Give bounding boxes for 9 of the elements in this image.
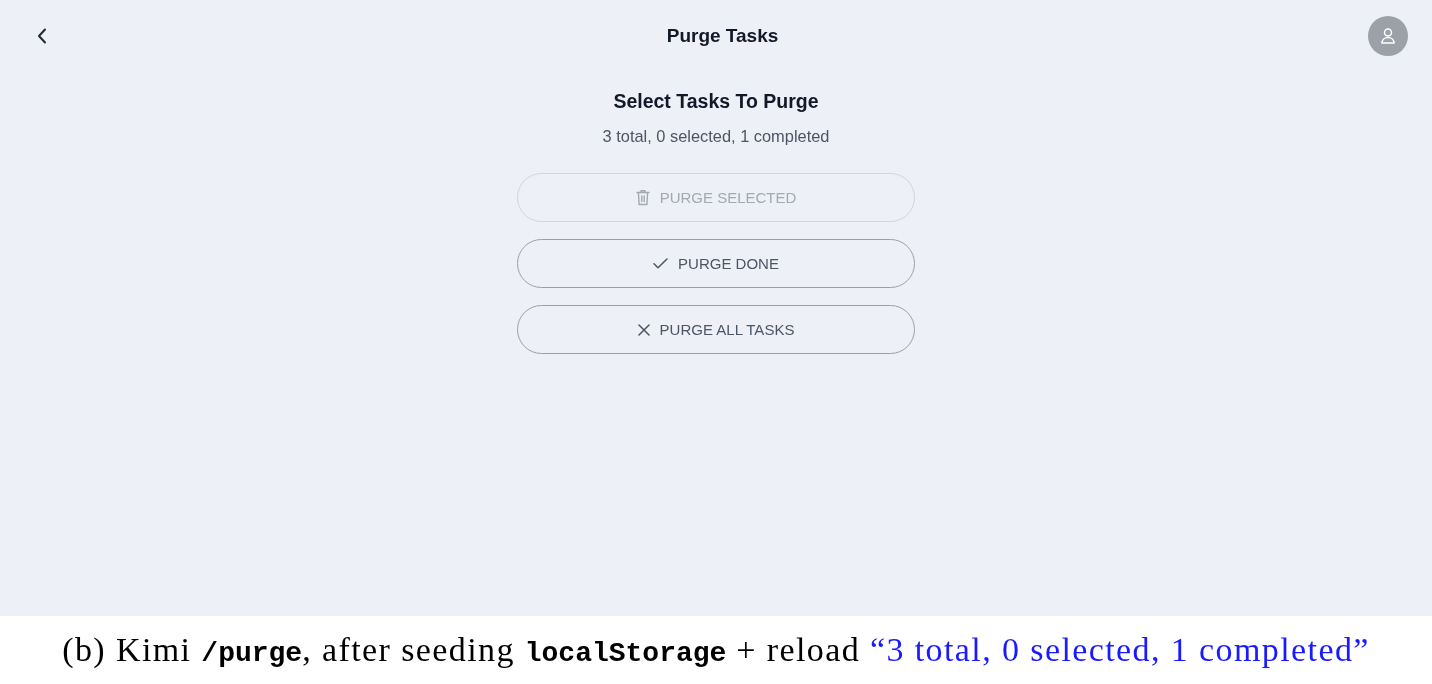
section-heading: Select Tasks To Purge [613,89,819,114]
task-summary: 3 total, 0 selected, 1 completed [602,126,830,146]
figure-caption: (b) Kimi /purge, after seeding localStorage + reload “3 total, 0 selected, 1 completed” [62,631,1370,669]
back-icon[interactable] [37,28,47,44]
user-icon [1381,28,1395,44]
page-title: Purge Tasks [666,25,779,47]
close-icon [637,323,650,336]
check-icon [653,258,669,269]
trash-icon [635,189,650,206]
